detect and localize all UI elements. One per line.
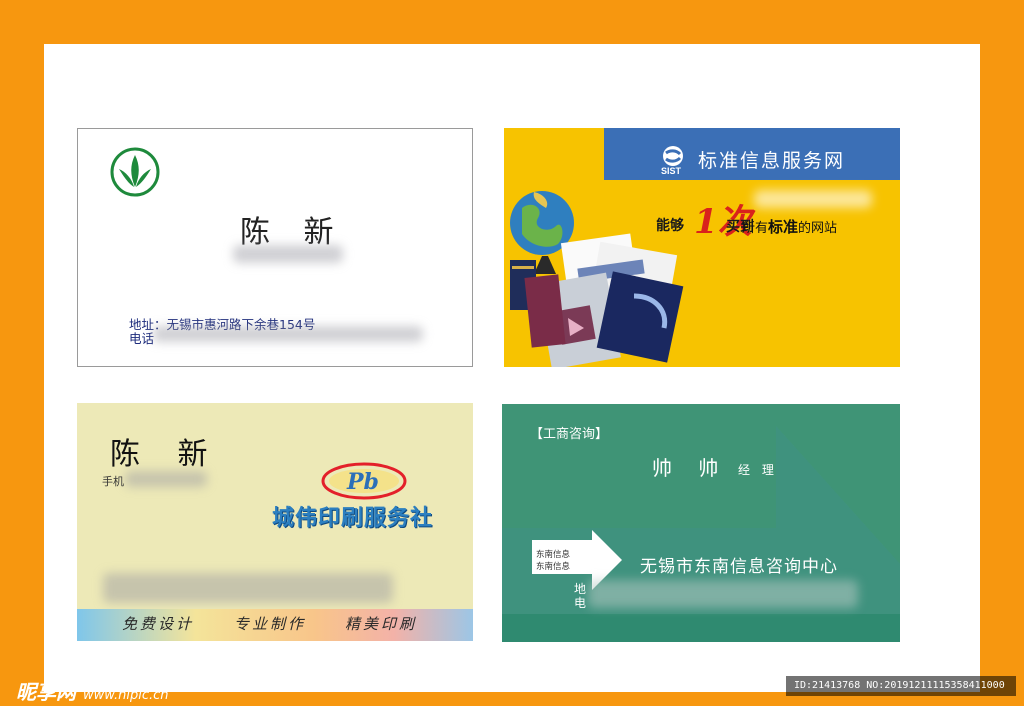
blurred-title: [233, 245, 343, 263]
globe-documents-illustration: [510, 191, 684, 367]
pb-logo-text: Pb: [346, 469, 379, 495]
card4-company: 无锡市东南信息咨询中心: [640, 557, 838, 577]
blurred-url: [754, 190, 872, 208]
slogan-text1: 所有: [742, 221, 769, 236]
small-text-1: 东南信息: [536, 550, 571, 560]
card4-category: 【工商咨询】: [530, 427, 609, 442]
card1-tel-label: 电话: [129, 331, 155, 346]
slogan-text2: 的网站: [798, 221, 838, 236]
slogan-text: 所有标准的网站: [742, 216, 837, 237]
watermark-brand: 昵享网: [16, 680, 76, 704]
leaf-logo-icon: [110, 147, 160, 197]
business-card-2: SIST 标准信息服务网 能够 1次 买到 所有标准的网站: [504, 128, 900, 367]
blurred-phone: [153, 326, 423, 342]
business-card-1: 陈 新 地址：无锡市惠河路下余巷154号 电话: [77, 128, 473, 367]
slogan-3: 精美印刷: [345, 615, 418, 633]
sist-brand: SIST: [661, 166, 682, 176]
watermark-id-bar: ID:21413768 NO:20191211115358411000: [786, 676, 1016, 696]
slogan-prefix: 能够: [656, 218, 684, 234]
card4-role: 经 理: [738, 463, 778, 477]
card3-mobile-label: 手机: [102, 475, 124, 488]
watermark-url: www.nipic.cn: [82, 688, 169, 703]
card4-name: 帅 帅: [652, 456, 729, 480]
watermark-logo: 昵享网 www.nipic.cn: [16, 676, 169, 705]
blurred-address: [103, 573, 393, 603]
card2-title: 标准信息服务网: [698, 150, 846, 172]
slogan-2: 专业制作: [234, 615, 307, 633]
business-card-3: 陈 新 手机 Pb 城伟印刷服务社 免费设计 专业制作 精美印刷: [77, 403, 473, 641]
blurred-contact: [588, 580, 858, 608]
slogan-1: 免费设计: [122, 615, 195, 633]
slogan-bold: 标准: [768, 218, 799, 236]
small-text-2: 东南信息: [536, 562, 571, 572]
business-card-4: 【工商咨询】 帅 帅 经 理 东南信息 东南信息 无锡市东南信息咨询中心 地 电: [502, 404, 900, 642]
design-sheet: 陈 新 地址：无锡市惠河路下余巷154号 电话 SIST 标准信息服务网 能够 …: [44, 44, 980, 692]
blurred-mobile: [125, 471, 207, 487]
pb-logo-icon: Pb: [321, 462, 407, 500]
card4-tel-label: 电: [574, 596, 587, 610]
card3-company: 城伟印刷服务社: [272, 506, 434, 531]
watermark-id: ID:21413768 NO:20191211115358411000: [794, 680, 1005, 691]
card3-name: 陈 新: [110, 437, 222, 472]
